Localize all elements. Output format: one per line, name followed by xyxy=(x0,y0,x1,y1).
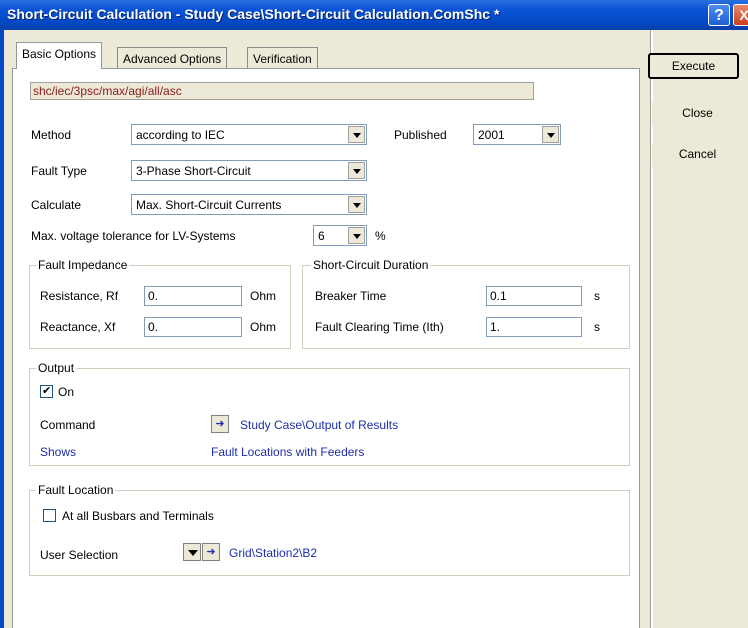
reactance-input[interactable]: 0. xyxy=(144,317,242,337)
breaker-time-unit: s xyxy=(594,289,600,303)
tab-basic-options[interactable]: Basic Options xyxy=(16,42,103,69)
breaker-time-label: Breaker Time xyxy=(315,289,387,303)
chevron-down-icon[interactable] xyxy=(542,126,559,143)
execute-button[interactable]: Execute xyxy=(648,53,739,79)
output-title: Output xyxy=(36,361,77,375)
method-label: Method xyxy=(31,128,72,142)
help-button[interactable]: ? xyxy=(708,4,730,26)
chevron-down-icon[interactable] xyxy=(348,196,365,213)
fault-impedance-title: Fault Impedance xyxy=(36,258,130,272)
selection-dropdown-icon[interactable] xyxy=(183,543,201,561)
resistance-input[interactable]: 0. xyxy=(144,286,242,306)
fault-type-value: 3-Phase Short-Circuit xyxy=(136,164,251,178)
output-on-label: On xyxy=(58,385,75,399)
dialog-window: Short-Circuit Calculation - Study Case\S… xyxy=(0,0,748,628)
fault-type-select[interactable]: 3-Phase Short-Circuit xyxy=(131,160,367,181)
breaker-time-input[interactable]: 0.1 xyxy=(486,286,582,306)
method-value: according to IEC xyxy=(136,128,225,142)
all-busbars-label: At all Busbars and Terminals xyxy=(62,509,214,523)
tab-verification[interactable]: Verification xyxy=(247,47,318,70)
published-value: 2001 xyxy=(478,128,505,142)
voltage-tolerance-value: 6 xyxy=(318,229,325,243)
output-command-value[interactable]: Study Case\Output of Results xyxy=(240,418,398,432)
chevron-down-icon[interactable] xyxy=(348,227,365,244)
published-label: Published xyxy=(394,128,447,142)
voltage-tolerance-label: Max. voltage tolerance for LV-Systems xyxy=(31,229,236,243)
arrow-right-icon[interactable]: ➜ xyxy=(202,543,220,561)
user-selection-value[interactable]: Grid\Station2\B2 xyxy=(229,546,317,560)
command-string-field: shc/iec/3psc/max/agi/all/asc xyxy=(30,82,534,100)
fault-location-group xyxy=(29,490,630,576)
all-busbars-checkbox[interactable] xyxy=(43,509,56,522)
fault-location-title: Fault Location xyxy=(36,483,116,497)
calculate-select[interactable]: Max. Short-Circuit Currents xyxy=(131,194,367,215)
voltage-tolerance-unit: % xyxy=(375,229,386,243)
reactance-unit: Ohm xyxy=(250,320,277,334)
window-left-border xyxy=(0,30,4,628)
user-selection-label: User Selection xyxy=(40,548,119,562)
chevron-down-icon[interactable] xyxy=(348,162,365,179)
window-title: Short-Circuit Calculation - Study Case\S… xyxy=(7,6,500,22)
close-window-button[interactable]: X xyxy=(733,4,748,26)
fault-type-label: Fault Type xyxy=(31,164,87,178)
resistance-unit: Ohm xyxy=(250,289,277,303)
tab-advanced-options[interactable]: Advanced Options xyxy=(117,47,228,70)
clearing-time-input[interactable]: 1. xyxy=(486,317,582,337)
voltage-tolerance-select[interactable]: 6 xyxy=(313,225,367,246)
method-select[interactable]: according to IEC xyxy=(131,124,367,145)
published-select[interactable]: 2001 xyxy=(473,124,561,145)
chevron-down-icon[interactable] xyxy=(348,126,365,143)
output-shows-value: Fault Locations with Feeders xyxy=(211,445,365,459)
sc-duration-title: Short-Circuit Duration xyxy=(311,258,431,272)
clearing-time-label: Fault Clearing Time (Ith) xyxy=(315,320,444,334)
title-bar[interactable]: Short-Circuit Calculation - Study Case\S… xyxy=(0,0,748,30)
calculate-label: Calculate xyxy=(31,198,82,212)
close-button[interactable]: Close xyxy=(652,102,743,126)
output-command-label: Command xyxy=(40,418,96,432)
output-on-checkbox[interactable] xyxy=(40,384,53,398)
calculate-value: Max. Short-Circuit Currents xyxy=(136,198,282,212)
output-shows-label: Shows xyxy=(40,445,77,459)
cancel-button[interactable]: Cancel xyxy=(652,143,743,167)
arrow-right-icon[interactable]: ➜ xyxy=(211,415,229,433)
clearing-time-unit: s xyxy=(594,320,600,334)
reactance-label: Reactance, Xf xyxy=(40,320,116,334)
resistance-label: Resistance, Rf xyxy=(40,289,119,303)
